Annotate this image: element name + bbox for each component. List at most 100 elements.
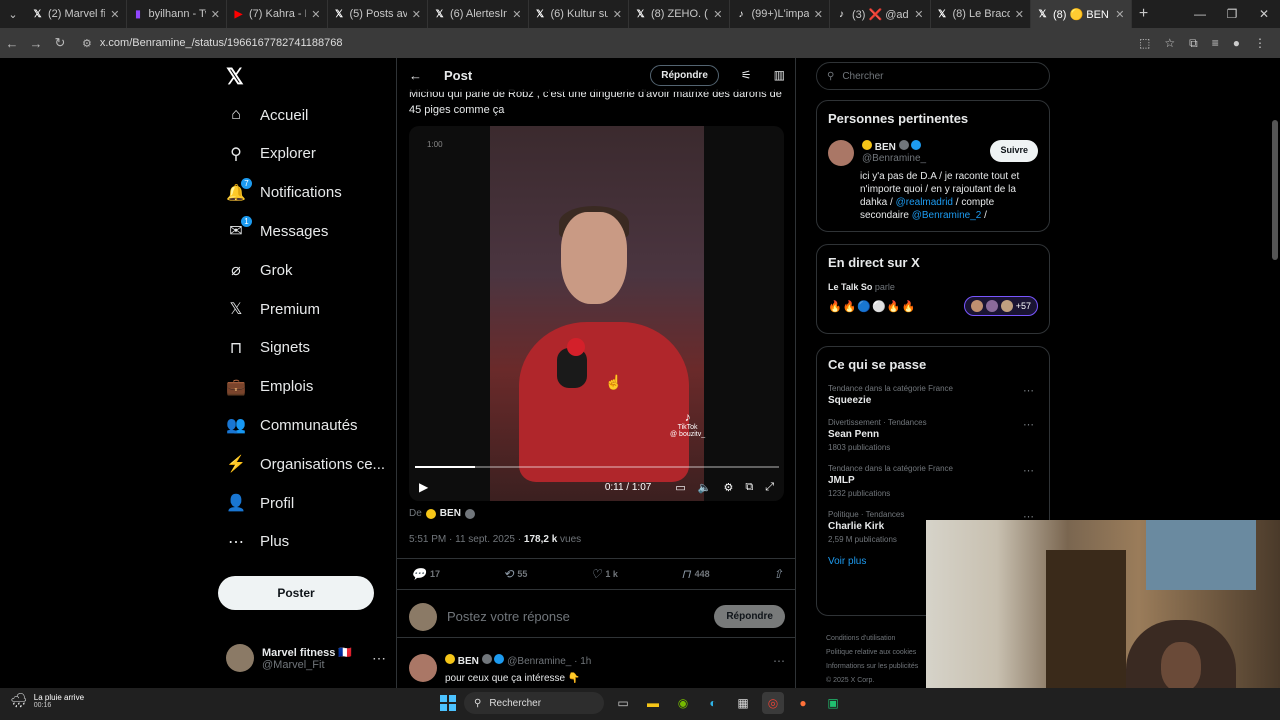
browser-tab[interactable]: 𝕏 (6) AlertesInfo ✕: [428, 0, 529, 28]
person-row[interactable]: BEN @Benramine_ Suivre: [828, 140, 1038, 166]
post-button[interactable]: Poster: [218, 576, 374, 610]
live-host[interactable]: Le Talk So parle: [828, 282, 1038, 292]
more-dots-icon[interactable]: ⋯: [1023, 464, 1034, 477]
windows-start-icon[interactable]: [440, 695, 456, 711]
weather-widget[interactable]: 🌧 La pluie arrive 00:16: [10, 692, 84, 709]
fullscreen-icon[interactable]: ⤢: [765, 481, 774, 494]
avatar[interactable]: [409, 654, 437, 682]
close-tab-icon[interactable]: ✕: [311, 8, 320, 21]
like-action[interactable]: ♡ 1 k: [591, 567, 618, 581]
green-app-icon[interactable]: ▣: [822, 692, 844, 714]
footer-link[interactable]: Politique relative aux cookies: [826, 646, 918, 660]
tab-search-menu-icon[interactable]: ⌄: [0, 0, 26, 28]
footer-link[interactable]: Conditions d'utilisation: [826, 632, 918, 646]
nav-item-emplois[interactable]: 💼 Emplois: [218, 369, 396, 405]
nav-item-communautés[interactable]: 👥 Communautés: [218, 407, 396, 443]
browser-tab[interactable]: 𝕏 (6) Kultur sur X ✕: [529, 0, 629, 28]
tweet-timestamp[interactable]: 5:51 PM · 11 sept. 2025 ·: [409, 534, 524, 545]
file-explorer-icon[interactable]: ▬: [642, 692, 664, 714]
profile-avatar-icon[interactable]: ●: [1233, 36, 1240, 51]
reading-list-icon[interactable]: ≡: [1212, 36, 1219, 51]
back-icon[interactable]: ←: [0, 36, 24, 51]
close-tab-icon[interactable]: ✕: [412, 8, 421, 21]
more-dots-icon[interactable]: ⋯: [372, 650, 386, 667]
more-dots-icon[interactable]: ⋯: [1023, 418, 1034, 431]
reply-action[interactable]: 💬 17: [411, 567, 440, 581]
share-action[interactable]: ⇧: [773, 567, 783, 581]
forward-icon[interactable]: →: [24, 36, 48, 51]
restore-icon[interactable]: ❐: [1216, 0, 1248, 28]
nav-item-signets[interactable]: ⊓ Signets: [218, 330, 396, 366]
bookmark-star-icon[interactable]: ☆: [1164, 36, 1175, 51]
trend-item[interactable]: Divertissement · Tendances Sean Penn 1803 …: [828, 418, 1038, 452]
from-name[interactable]: BEN: [440, 508, 461, 519]
install-app-icon[interactable]: ⬚: [1139, 36, 1150, 51]
reader-view-icon[interactable]: ▥: [774, 68, 785, 82]
reload-icon[interactable]: ↻: [48, 35, 72, 51]
volume-icon[interactable]: 🔈: [698, 481, 712, 494]
footer-link[interactable]: Informations sur les publicités: [826, 660, 918, 674]
retweet-action[interactable]: ⟲ 55: [503, 567, 527, 581]
reply-pill-button[interactable]: Répondre: [650, 64, 719, 86]
captions-icon[interactable]: ▭: [675, 481, 685, 494]
video-progress-bar[interactable]: [415, 466, 779, 468]
reply-tweet[interactable]: BEN @Benramine_ · 1h pour ceux que ça in…: [409, 654, 785, 684]
close-tab-icon[interactable]: ✕: [1015, 8, 1024, 21]
edge-icon[interactable]: ◐: [702, 692, 724, 714]
nav-item-organisations-ce[interactable]: ⚡ Organisations ce...: [218, 446, 396, 482]
close-tab-icon[interactable]: ✕: [110, 8, 119, 21]
follow-button[interactable]: Suivre: [990, 140, 1038, 162]
browser-tab[interactable]: 𝕏 (5) Posts avec ✕: [328, 0, 428, 28]
minimize-icon[interactable]: —: [1184, 0, 1216, 28]
x-logo-icon[interactable]: 𝕏: [226, 64, 244, 90]
more-dots-icon[interactable]: ⋯: [773, 654, 785, 684]
trend-item[interactable]: Tendance dans la catégorie France Squeezi…: [828, 384, 1038, 406]
browser-tab[interactable]: ▮ byilhann - Twit ✕: [127, 0, 227, 28]
url-field[interactable]: ⚙ x.com/Benramine_/status/19661677827411…: [82, 37, 1139, 50]
trend-item[interactable]: Tendance dans la catégorie France JMLP 123…: [828, 464, 1038, 498]
firefox-icon[interactable]: ●: [792, 692, 814, 714]
video-player[interactable]: 1:00 ♪ TikTok @ bouzitv_ ☝ ▶ 0:11 / 1:07…: [409, 126, 784, 501]
browser-tab[interactable]: 𝕏 (8) ZEHO. (j'ai ✕: [629, 0, 730, 28]
reply-input[interactable]: Postez votre réponse: [447, 609, 704, 624]
close-tab-icon[interactable]: ✕: [211, 8, 220, 21]
nav-item-accueil[interactable]: ⌂ Accueil: [218, 97, 396, 133]
site-info-icon[interactable]: ⚙: [82, 37, 92, 50]
browser-menu-icon[interactable]: ⋮: [1254, 36, 1266, 51]
chrome-icon[interactable]: ◎: [762, 692, 784, 714]
nav-item-grok[interactable]: ⌀ Grok: [218, 252, 396, 288]
browser-tab[interactable]: ♪ (3) ❌ @adlau ✕: [830, 0, 931, 28]
bio-link-secondary[interactable]: @Benramine_2: [912, 210, 982, 221]
close-tab-icon[interactable]: ✕: [512, 8, 521, 21]
browser-tab[interactable]: 𝕏 (8) Le Bracq ba ✕: [931, 0, 1031, 28]
close-window-icon[interactable]: ✕: [1248, 0, 1280, 28]
new-tab-button[interactable]: +: [1132, 5, 1156, 23]
bio-link-realmadrid[interactable]: @realmadrid: [896, 197, 953, 208]
close-tab-icon[interactable]: ✕: [713, 8, 722, 21]
browser-tab[interactable]: ♪ (99+)L'impact ✕: [730, 0, 830, 28]
browser-tab[interactable]: ▶ (7) Kahra - Ele ✕: [227, 0, 328, 28]
nav-item-profil[interactable]: 👤 Profil: [218, 485, 396, 521]
task-view-icon[interactable]: ▭: [612, 692, 634, 714]
store-icon[interactable]: ▦: [732, 692, 754, 714]
nav-item-notifications[interactable]: 🔔 7 Notifications: [218, 175, 396, 211]
search-input[interactable]: ⚲ Chercher: [816, 62, 1050, 90]
reply-submit-button[interactable]: Répondre: [714, 605, 785, 628]
pip-icon[interactable]: ⧉: [745, 481, 753, 494]
nav-item-messages[interactable]: ✉ 1 Messages: [218, 213, 396, 249]
nav-item-premium[interactable]: 𝕏 Premium: [218, 291, 396, 327]
filter-icon[interactable]: ⚟: [741, 68, 752, 82]
browser-tab[interactable]: 𝕏 (8) 🟡 BEN 🟣 ✕: [1031, 0, 1132, 28]
more-dots-icon[interactable]: ⋯: [1023, 384, 1034, 397]
back-arrow-icon[interactable]: ←: [409, 68, 422, 83]
live-listeners-pill[interactable]: +57: [963, 296, 1038, 316]
browser-tab[interactable]: 𝕏 (2) Marvel fitne ✕: [26, 0, 127, 28]
nvidia-icon[interactable]: ◉: [672, 692, 694, 714]
live-row[interactable]: 🔥🔥🔵⚪🔥🔥 +57: [828, 296, 1038, 316]
settings-icon[interactable]: ⚙: [723, 481, 733, 494]
close-tab-icon[interactable]: ✕: [613, 8, 622, 21]
close-tab-icon[interactable]: ✕: [1115, 8, 1124, 21]
bookmark-action[interactable]: ⊓ 448: [681, 567, 709, 581]
extensions-icon[interactable]: ⧉: [1189, 36, 1198, 51]
page-scrollbar[interactable]: [1272, 120, 1278, 260]
